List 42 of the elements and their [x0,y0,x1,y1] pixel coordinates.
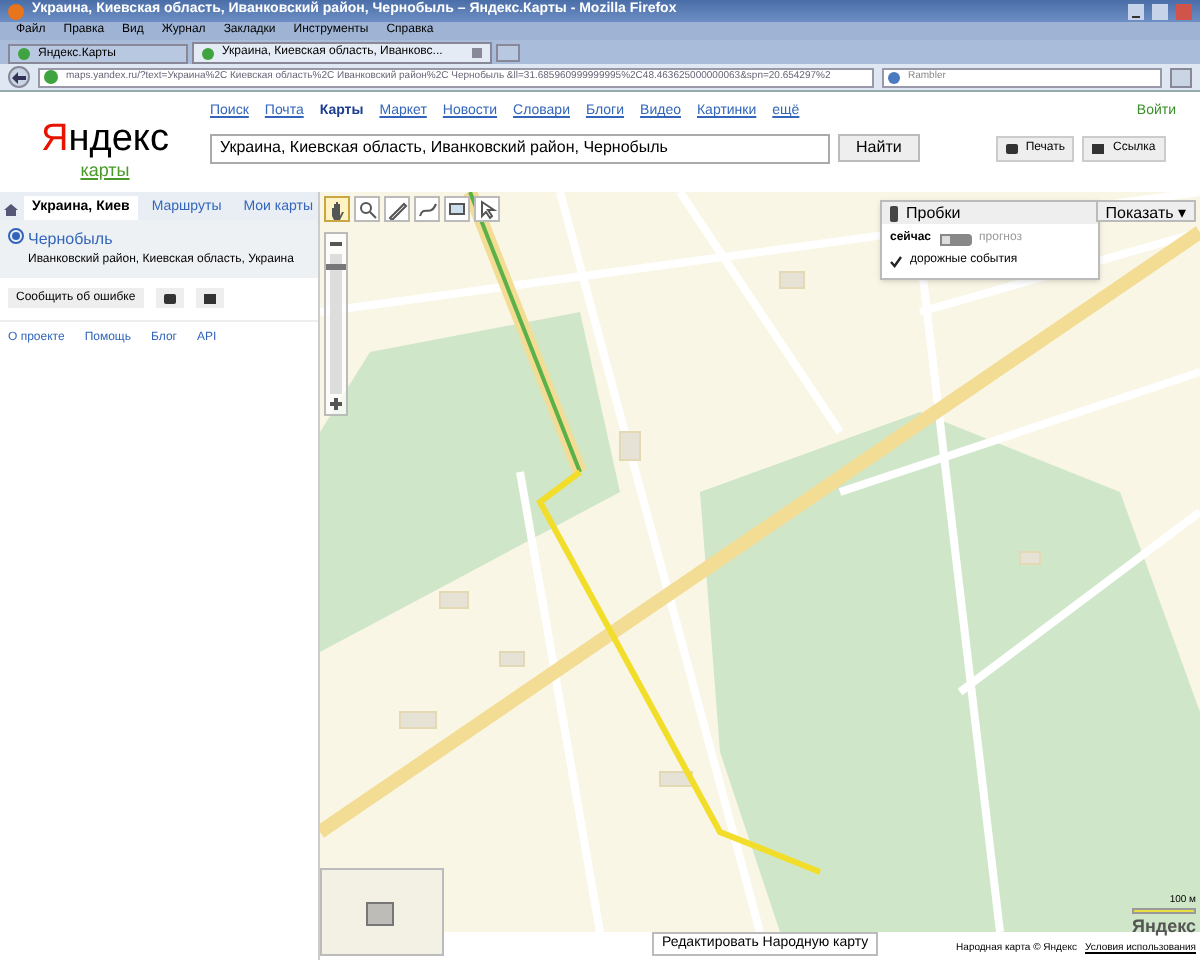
map-tool-button[interactable] [354,196,380,222]
traffic-light-icon [890,205,898,221]
firefox-icon [8,3,24,19]
home-button[interactable] [1170,67,1192,87]
map-tool-button[interactable] [474,196,500,222]
search-engine-icon [888,71,900,83]
map-logo: Яндекс [1131,914,1196,940]
hand-icon [327,199,347,219]
home-tab[interactable] [4,198,18,220]
minimize-button[interactable] [1128,3,1144,19]
find-button[interactable]: Найти [838,134,920,162]
show-button[interactable]: Показать ▾ [1095,200,1196,222]
zoom-thumb[interactable] [326,263,346,270]
map-tool-button[interactable] [384,196,410,222]
plus-icon [330,398,342,410]
zoom-slider[interactable] [324,232,348,416]
map-tool-button[interactable] [414,196,440,222]
radio-button[interactable] [8,228,24,244]
home-icon [4,203,18,215]
result-title[interactable]: Чернобыль [28,228,294,252]
magnifier-icon [357,199,377,219]
site-icon [18,48,30,60]
back-arrow-icon [12,71,26,83]
minus-icon [330,242,342,246]
mode-toggle[interactable] [939,233,972,245]
print-button[interactable] [155,288,184,308]
curve-icon [417,199,437,219]
events-checkbox[interactable] [890,255,902,267]
ruler-icon [387,199,407,219]
layer-icon [447,199,467,219]
search-field[interactable]: Украина, Киевская область, Иванковский район, Чернобыль [210,133,830,163]
back-button[interactable] [8,66,30,88]
scale-bar [1132,908,1196,914]
maximize-button[interactable] [1152,3,1168,19]
link-button[interactable] [195,288,224,308]
logo[interactable]: Яндекс [41,120,169,158]
site-icon [202,47,214,59]
map-tool-button[interactable] [324,196,350,222]
maps-link[interactable]: карты [80,158,130,185]
map-tool-button[interactable] [444,196,470,222]
zoom-in-button[interactable] [326,394,346,414]
cursor-icon [477,199,497,219]
